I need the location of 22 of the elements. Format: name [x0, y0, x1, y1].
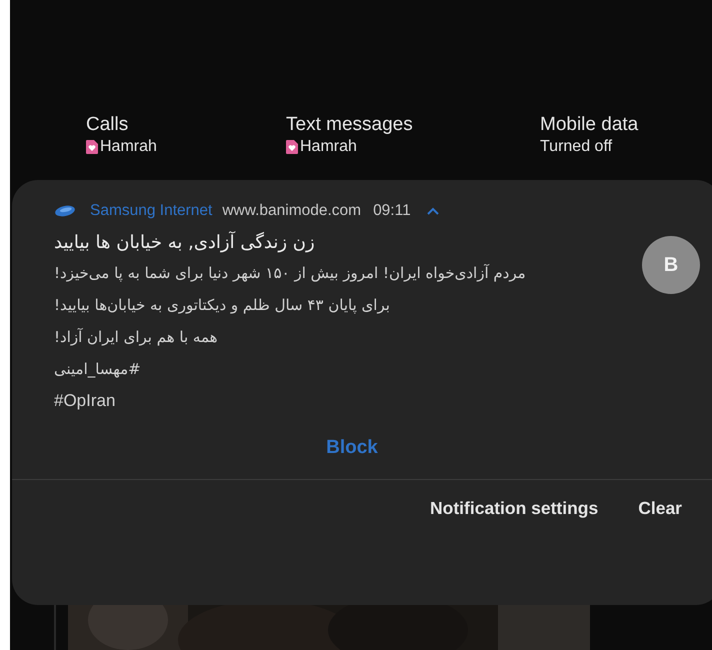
- chevron-icon[interactable]: [426, 207, 439, 215]
- app-name: Samsung Internet: [90, 202, 212, 220]
- message-text: مردم آزادی‌خواه ایران! امروز بیش از ۱۵۰ شهر دنیا برای شما به پا می‌خیزد!: [54, 263, 527, 284]
- message-text: برای پایان ۴۳ سال ظلم و دیکتاتوری به خیابان‌ها بیایید!: [54, 295, 391, 316]
- sim-value: Hamrah: [300, 138, 357, 156]
- sim-card-icon: [286, 140, 298, 154]
- sim-label: Text messages: [286, 114, 414, 136]
- planet-icon: [54, 204, 76, 218]
- sim-value: Turned off: [540, 138, 612, 156]
- site-url: www.banimode.com: [222, 202, 362, 220]
- message-text: #OpIran: [54, 390, 116, 412]
- sim-label: Mobile data: [540, 114, 638, 136]
- sim-value: Hamrah: [100, 138, 157, 156]
- footer-button[interactable]: Clear: [638, 494, 682, 523]
- avatar: B: [642, 236, 700, 294]
- message-text: #مهسا_امینی: [54, 359, 142, 380]
- message-text: همه با هم برای ایران آزاد!: [54, 327, 219, 348]
- sim-label: Calls: [86, 114, 130, 136]
- sim-card-icon: [86, 140, 98, 154]
- notification-time: 09:11: [373, 202, 411, 220]
- footer-button[interactable]: Notification settings: [430, 494, 598, 523]
- notification-title: زن زندگی آزادی, به خیابان ها بیایید: [54, 232, 315, 253]
